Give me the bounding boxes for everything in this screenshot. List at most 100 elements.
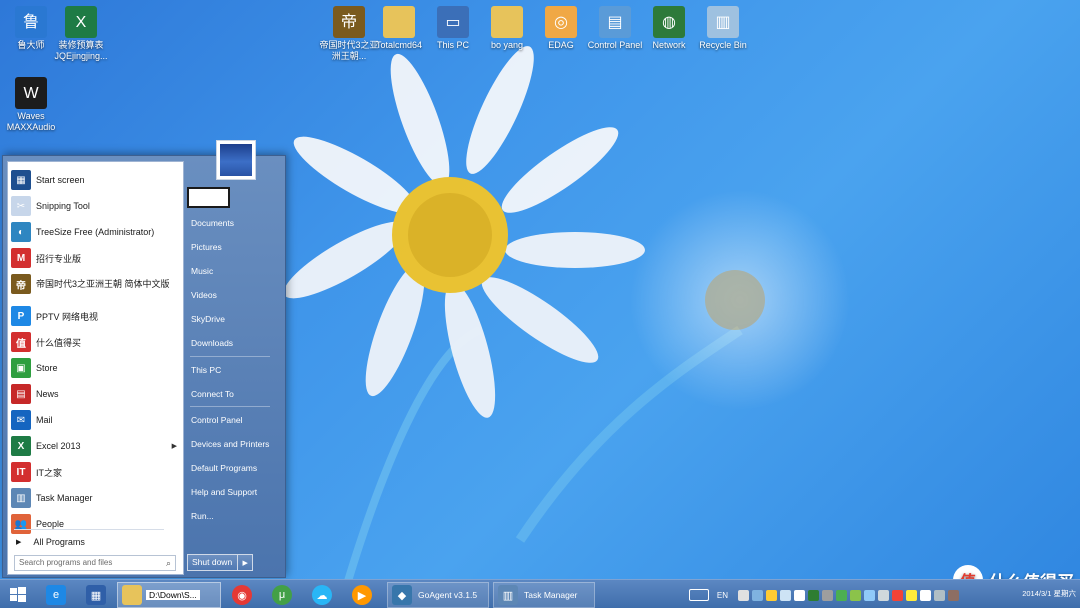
start-menu-link[interactable]: Default Programs (190, 459, 280, 477)
taskbar-task-manager[interactable]: ▥ Task Manager (493, 582, 595, 608)
user-picture[interactable] (216, 140, 256, 180)
program-item[interactable]: P PPTV 网络电视 (8, 303, 184, 329)
start-button[interactable] (4, 582, 34, 608)
start-search-input[interactable]: Search programs and files ⌕ (14, 555, 176, 571)
control-panel-icon: ▤ (599, 6, 631, 38)
start-menu-link[interactable]: Help and Support (190, 483, 280, 501)
program-item[interactable]: ✉ Mail (8, 407, 184, 433)
tray-icon[interactable] (807, 589, 819, 601)
internet-explorer-icon: e (46, 585, 66, 605)
program-item[interactable]: X Excel 2013 ▶ (8, 433, 184, 459)
programs-divider (14, 529, 164, 530)
desktop-icon[interactable]: ◍ Network (638, 4, 700, 51)
taskbar-explorer-window[interactable]: D:\Down\S... (117, 582, 221, 608)
start-menu-link[interactable]: Connect To (190, 385, 280, 403)
tray-icon[interactable] (765, 589, 777, 601)
tray-icon[interactable] (779, 589, 791, 601)
desktop-icon[interactable]: ▤ Control Panel (584, 4, 646, 51)
taskbar-app[interactable]: ▶ (348, 582, 380, 608)
tray-icon[interactable] (835, 589, 847, 601)
program-item[interactable]: ▤ News (8, 381, 184, 407)
start-menu-link[interactable]: Pictures (190, 238, 280, 256)
desktop-icon[interactable]: bo yang (476, 4, 538, 51)
program-label: Mail (36, 415, 53, 425)
taskbar-goagent[interactable]: ◆ GoAgent v3.1.5 (387, 582, 489, 608)
tray-icon[interactable] (947, 589, 959, 601)
cmb-icon: M (11, 248, 31, 268)
excel-file-icon: X (65, 6, 97, 38)
taskbar-pinned-app[interactable]: e (42, 582, 72, 608)
program-label: PPTV 网络电视 (36, 311, 99, 322)
submenu-arrow-icon: ▶ (171, 443, 177, 450)
desktop-icon-label: Recycle Bin (699, 40, 747, 50)
clock-date: 2014/3/1 星期六 (1022, 589, 1076, 598)
start-menu-link[interactable]: SkyDrive (190, 310, 280, 328)
start-menu-separator (190, 356, 270, 357)
folder-icon (383, 6, 415, 38)
tray-icon[interactable] (905, 589, 917, 601)
program-item[interactable]: 帝帝国时代3之亚洲王朝 简体中文版 (8, 271, 184, 297)
baidu-yun-icon: ☁ (312, 585, 332, 605)
start-menu-link[interactable]: Devices and Printers (190, 435, 280, 453)
program-item[interactable]: M 招行专业版 (8, 245, 184, 271)
desktop-icon[interactable]: W Waves MAXXAudio (0, 75, 62, 133)
start-menu-link[interactable]: Documents (190, 214, 280, 232)
desktop-icon[interactable]: ▭ This PC (422, 4, 484, 51)
program-item[interactable]: ▥ Task Manager (8, 485, 184, 511)
desktop-icon[interactable]: ▥ Recycle Bin (692, 4, 754, 51)
tray-icon[interactable] (793, 589, 805, 601)
input-language-indicator[interactable]: EN (717, 591, 728, 600)
tray-icon[interactable] (751, 589, 763, 601)
desktop-icon-label: This PC (436, 40, 469, 50)
shutdown-options-arrow-icon[interactable]: ▶ (238, 559, 252, 567)
shutdown-button[interactable]: Shut down (188, 555, 239, 570)
start-screen-icon: ▦ (11, 170, 31, 190)
desktop-icon[interactable]: ◎ EDAG (530, 4, 592, 51)
desktop-icon[interactable]: X 装修预算表 JQEjingjing... (50, 4, 112, 62)
program-label: Task Manager (36, 493, 93, 503)
tray-icon[interactable] (737, 589, 749, 601)
tray-icon[interactable] (821, 589, 833, 601)
news-icon: ▤ (11, 384, 31, 404)
start-menu-link[interactable]: Run... (190, 507, 280, 525)
program-item[interactable]: 值什么值得买 (8, 329, 184, 355)
search-icon[interactable]: ⌕ (166, 556, 171, 570)
start-menu-link[interactable]: Videos (190, 286, 280, 304)
start-menu-link[interactable]: Downloads (190, 334, 280, 352)
taskbar-app[interactable]: μ (268, 582, 300, 608)
start-menu-programs-pane: ▦ Start screen ✂ Snipping Tool ◐ TreeSize Fre… (7, 161, 184, 575)
desktop-icon[interactable]: Totalcmd64 (368, 4, 430, 51)
tray-icon[interactable] (933, 589, 945, 601)
desktop-icon-label: Control Panel (587, 40, 643, 50)
computer-icon: ▭ (437, 6, 469, 38)
start-menu-link[interactable]: This PC (190, 361, 280, 379)
desktop-icon-label: Totalcmd64 (375, 40, 423, 50)
program-item[interactable]: ▦ Start screen (8, 167, 184, 193)
program-item[interactable]: ✂ Snipping Tool (8, 193, 184, 219)
metro-app-icon: ▦ (86, 585, 106, 605)
all-programs-button[interactable]: ▶ All Programs (8, 533, 184, 551)
taskbar-app[interactable]: ☁ (308, 582, 340, 608)
tray-icon[interactable] (891, 589, 903, 601)
taskbar-pinned-app[interactable]: ▦ (82, 582, 112, 608)
system-tray: EN (688, 582, 960, 608)
program-item[interactable]: ◐ TreeSize Free (Administrator) (8, 219, 184, 245)
tray-icon[interactable] (877, 589, 889, 601)
start-menu-link[interactable]: Control Panel (190, 411, 280, 429)
program-label: News (36, 389, 59, 399)
touch-keyboard-icon[interactable] (688, 589, 709, 601)
program-item[interactable]: ▣ Store (8, 355, 184, 381)
tray-icon[interactable] (849, 589, 861, 601)
taskbar-app[interactable]: ◉ (228, 582, 260, 608)
chrome-icon: ◉ (232, 585, 252, 605)
start-menu-link[interactable]: Music (190, 262, 280, 280)
tray-icon[interactable] (919, 589, 931, 601)
taskbar-clock[interactable]: 2014/3/1 星期六 (1022, 588, 1076, 599)
program-item[interactable]: IT IT之家 (8, 459, 184, 485)
user-name-box[interactable] (187, 187, 230, 208)
desktop-icon-label: 装修预算表 JQEjingjing... (54, 40, 108, 61)
ithome-icon: IT (11, 462, 31, 482)
store-icon: ▣ (11, 358, 31, 378)
windows-logo-icon (8, 585, 28, 605)
tray-icon[interactable] (863, 589, 875, 601)
